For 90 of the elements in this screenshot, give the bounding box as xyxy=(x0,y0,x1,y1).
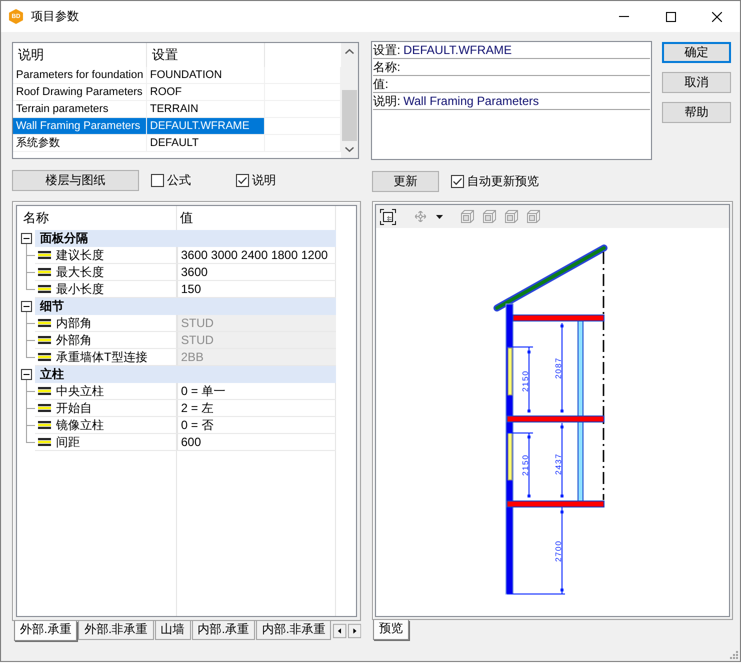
tab[interactable]: 外部.承重 xyxy=(14,621,78,641)
property-name: 外部角 xyxy=(56,332,92,348)
list-cell[interactable]: TERRAIN xyxy=(147,101,265,117)
collapse-icon[interactable] xyxy=(21,369,32,380)
checkbox-label: 说明 xyxy=(252,173,276,188)
tab[interactable]: 山墙 xyxy=(154,621,191,640)
stripes-icon xyxy=(38,353,51,361)
property-value: 2BB xyxy=(177,349,336,366)
stripes-icon xyxy=(38,404,51,412)
frame-icon[interactable] xyxy=(380,208,396,224)
field-value: Wall Framing Parameters xyxy=(403,94,539,108)
scroll-left-icon[interactable] xyxy=(333,623,347,639)
update-button[interactable]: 更新 xyxy=(372,171,439,192)
list-cell[interactable]: Wall Framing Parameters xyxy=(13,118,147,134)
dialog-button[interactable]: 帮助 xyxy=(662,102,731,123)
list-cell[interactable]: Terrain parameters xyxy=(13,101,147,117)
checkbox-label: 公式 xyxy=(167,173,191,188)
property-value[interactable]: 0 = 否 xyxy=(177,417,336,434)
group-header[interactable]: 面板分隔 xyxy=(35,230,336,247)
scroll-right-icon[interactable] xyxy=(348,623,361,639)
tab[interactable]: 预览 xyxy=(373,620,409,640)
property-name: 最小长度 xyxy=(56,282,104,296)
property-name: 间距 xyxy=(56,434,80,450)
dimension-label: 2150 xyxy=(521,370,530,392)
scrollbar-thumb[interactable] xyxy=(342,90,357,141)
window-pane xyxy=(508,432,512,480)
property-value[interactable]: 0 = 单一 xyxy=(177,383,336,400)
property-value: STUD xyxy=(177,315,336,332)
property-name: 中央立柱 xyxy=(56,384,104,398)
field-label: 值: xyxy=(373,76,388,92)
dialog-button[interactable]: 取消 xyxy=(662,72,731,93)
checkbox[interactable] xyxy=(236,174,249,187)
property-name: 内部角 xyxy=(56,316,92,330)
list-cell[interactable]: Roof Drawing Parameters xyxy=(13,84,147,100)
caret-icon[interactable] xyxy=(436,214,443,218)
tab[interactable]: 内部.非承重 xyxy=(256,621,332,640)
collapse-icon[interactable] xyxy=(21,233,32,244)
property-name: 最大长度 xyxy=(56,264,104,280)
dimension-label: 2700 xyxy=(554,540,563,562)
property-name: 镜像立柱 xyxy=(56,418,104,432)
property-name: 建议长度 xyxy=(56,248,104,262)
property-name: 承重墙体T型连接 xyxy=(56,350,148,364)
scroll-up-icon[interactable] xyxy=(345,49,354,54)
column-header[interactable]: 设置 xyxy=(147,43,265,67)
dimension-label: 2150 xyxy=(521,454,530,476)
stripes-icon xyxy=(38,251,51,259)
list-cell[interactable]: FOUNDATION xyxy=(147,67,265,83)
collapse-icon[interactable] xyxy=(21,301,32,312)
column-header[interactable]: 说明 xyxy=(13,43,147,67)
field-label: 设置: xyxy=(373,42,400,58)
checkbox-label: 自动更新预览 xyxy=(467,174,539,189)
property-value[interactable]: 2 = 左 xyxy=(177,400,336,417)
field-label: 说明: xyxy=(373,94,400,108)
list-cell[interactable]: ROOF xyxy=(147,84,265,100)
list-cell[interactable]: DEFAULT xyxy=(147,135,265,151)
stripes-icon xyxy=(38,421,51,429)
group-header[interactable]: 细节 xyxy=(35,298,336,315)
property-name: 开始自 xyxy=(56,400,92,416)
property-value[interactable]: 3600 xyxy=(177,264,336,281)
window-pane xyxy=(508,348,512,396)
checkbox[interactable] xyxy=(151,174,164,187)
field-value: DEFAULT.WFRAME xyxy=(403,42,512,58)
list-cell[interactable]: DEFAULT.WFRAME xyxy=(147,118,265,134)
field-label: 名称: xyxy=(373,60,400,74)
list-cell[interactable]: Parameters for foundation xyxy=(13,67,147,83)
floors-and-sheets-button[interactable]: 楼层与图纸 xyxy=(12,170,139,191)
property-value: STUD xyxy=(177,332,336,349)
group-header[interactable]: 立柱 xyxy=(35,366,336,383)
dimension-line xyxy=(506,432,534,498)
property-value[interactable]: 3600 3000 2400 1800 1200 xyxy=(177,247,336,264)
list-cell[interactable]: 系统参数 xyxy=(13,135,147,151)
maximize-icon[interactable] xyxy=(666,12,676,22)
stripes-icon xyxy=(38,268,51,276)
stripes-icon xyxy=(38,336,51,344)
stripes-icon xyxy=(38,387,51,395)
dimension-label: 2087 xyxy=(554,357,563,379)
close-icon[interactable] xyxy=(712,12,722,22)
resize-grip-icon[interactable] xyxy=(730,651,738,659)
scroll-down-icon[interactable] xyxy=(345,147,354,152)
dimension-label: 2437 xyxy=(554,453,563,475)
stripes-icon xyxy=(38,319,51,327)
dialog-button[interactable]: 确定 xyxy=(662,42,731,63)
window-title: 项目参数 xyxy=(31,9,79,24)
checkbox[interactable] xyxy=(451,175,464,188)
property-value[interactable]: 600 xyxy=(177,434,336,451)
dimension-line xyxy=(506,346,534,412)
tab[interactable]: 外部.非承重 xyxy=(78,621,154,640)
tab[interactable]: 内部.承重 xyxy=(192,621,256,640)
stripes-icon xyxy=(38,438,51,446)
stripes-icon xyxy=(38,285,51,293)
